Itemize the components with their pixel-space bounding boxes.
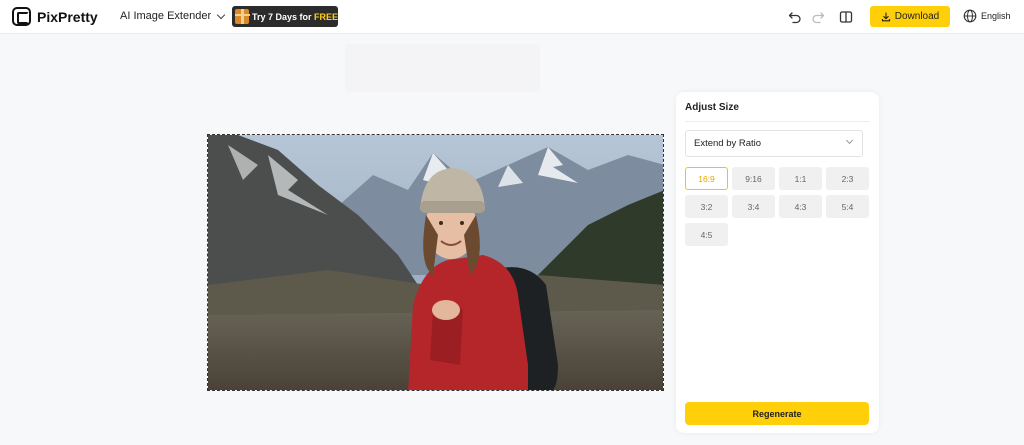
promo-highlight: FREE bbox=[313, 11, 338, 22]
compare-icon[interactable] bbox=[838, 9, 854, 25]
download-icon bbox=[881, 11, 890, 21]
globe-icon bbox=[963, 9, 977, 23]
ratio-2-3[interactable]: 2:3 bbox=[826, 167, 869, 190]
promo-prefix: Try 7 Days for bbox=[251, 11, 314, 22]
ratio-16-9[interactable]: 16:9 bbox=[685, 167, 728, 190]
top-bar: PixPretty AI Image Extender Try 7 Days f… bbox=[0, 0, 1024, 34]
panel-title: Adjust Size bbox=[685, 102, 739, 113]
adjust-size-panel: Adjust Size Extend by Ratio 16:9 9:16 1:… bbox=[676, 92, 879, 433]
chevron-down-icon bbox=[216, 10, 226, 19]
language-label: English bbox=[981, 11, 1011, 21]
logo-icon bbox=[12, 7, 31, 26]
regenerate-button[interactable]: Regenerate bbox=[685, 402, 869, 425]
canvas-toolbar-placeholder bbox=[345, 44, 540, 92]
ratio-3-4[interactable]: 3:4 bbox=[732, 195, 775, 218]
extend-mode-select[interactable]: Extend by Ratio bbox=[685, 130, 863, 157]
brand-name: PixPretty bbox=[37, 8, 98, 25]
extend-mode-value: Extend by Ratio bbox=[694, 138, 762, 149]
ratio-3-2[interactable]: 3:2 bbox=[685, 195, 728, 218]
ratio-4-3[interactable]: 4:3 bbox=[779, 195, 822, 218]
download-label: Download bbox=[894, 11, 940, 22]
ratio-5-4[interactable]: 5:4 bbox=[826, 195, 869, 218]
ratio-4-5[interactable]: 4:5 bbox=[685, 223, 728, 246]
undo-icon[interactable] bbox=[787, 9, 803, 25]
image-extend-frame[interactable] bbox=[207, 134, 664, 391]
redo-icon[interactable] bbox=[810, 9, 826, 25]
hiker-photo bbox=[208, 135, 663, 390]
divider bbox=[685, 121, 870, 122]
gift-icon bbox=[235, 9, 250, 24]
ratio-1-1[interactable]: 1:1 bbox=[779, 167, 822, 190]
chevron-down-icon bbox=[845, 136, 854, 145]
free-trial-button[interactable]: Try 7 Days for FREE bbox=[232, 6, 338, 27]
logo[interactable]: PixPretty bbox=[12, 7, 98, 26]
download-button[interactable]: Download bbox=[870, 6, 950, 27]
ratio-9-16[interactable]: 9:16 bbox=[732, 167, 775, 190]
tool-menu-label: AI Image Extender bbox=[120, 10, 212, 22]
tool-menu-dropdown[interactable]: AI Image Extender bbox=[120, 10, 226, 22]
promo-text: Try 7 Days for FREE bbox=[252, 12, 338, 22]
language-selector[interactable]: English bbox=[963, 9, 1011, 23]
